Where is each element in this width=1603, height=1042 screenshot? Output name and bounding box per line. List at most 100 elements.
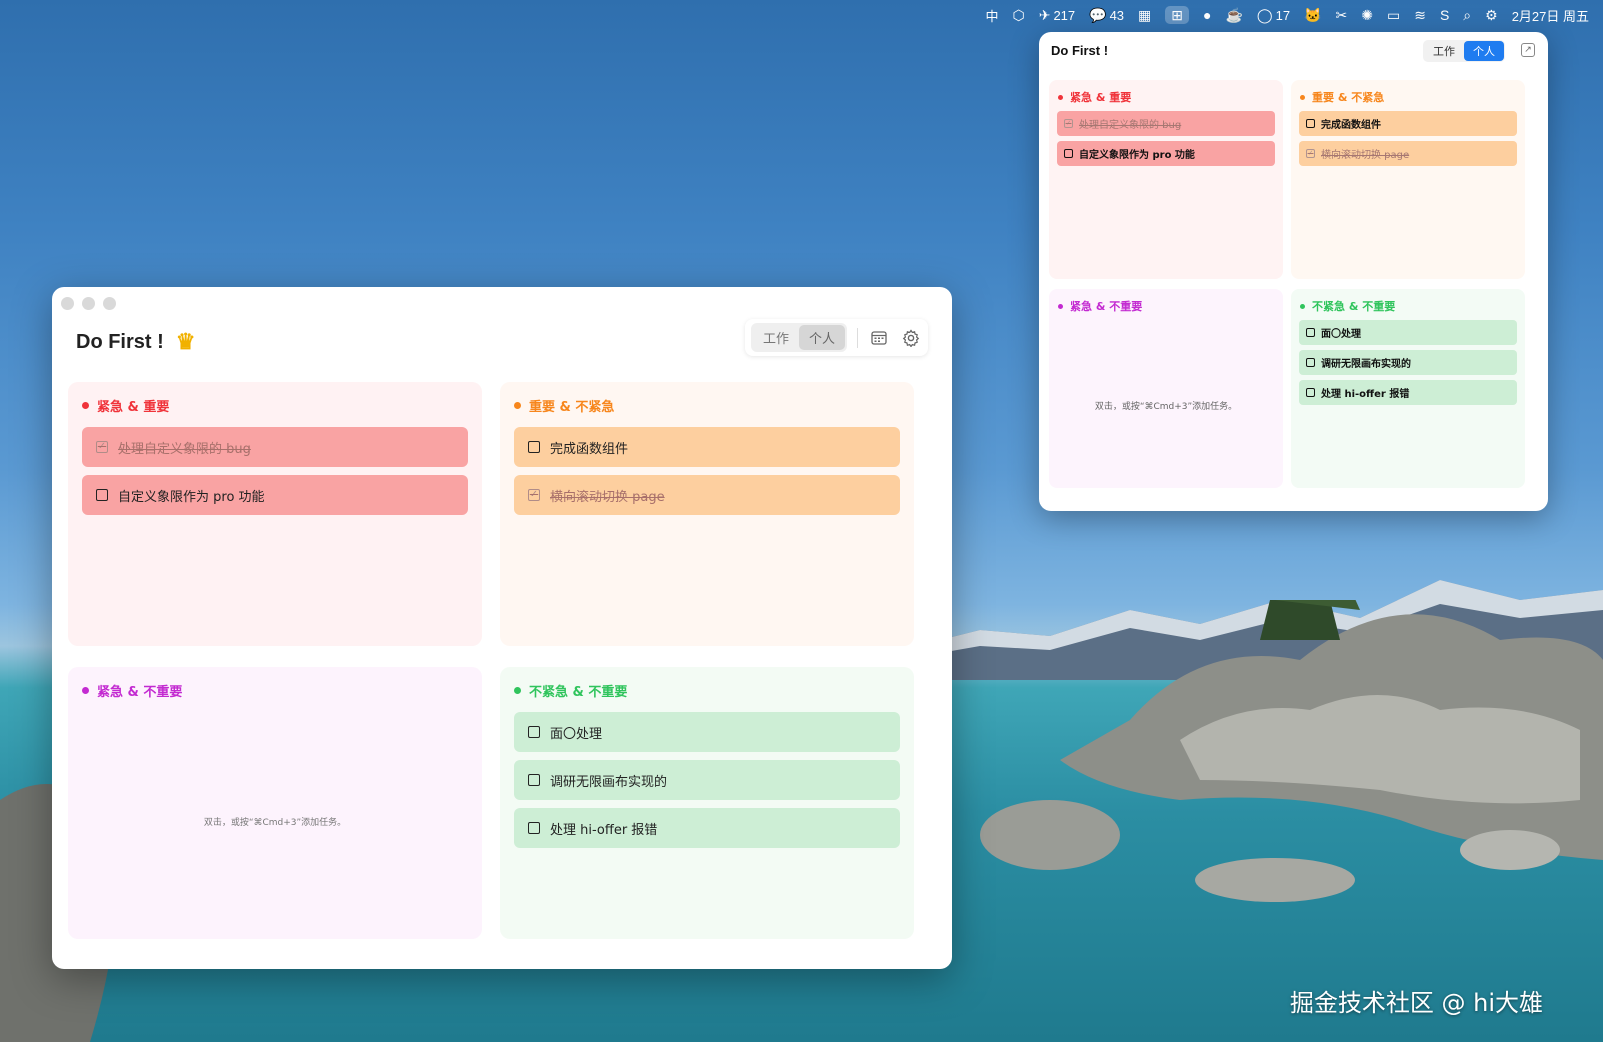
chat-bubble-icon[interactable]: ◯ 17	[1257, 8, 1290, 23]
openai-icon[interactable]: ✺	[1361, 8, 1373, 22]
task-item[interactable]: ✓ 横向滚动切换 page	[514, 475, 900, 515]
gear-icon[interactable]	[900, 327, 922, 349]
quadrant-title: 重要 & 不紧急	[1300, 89, 1384, 105]
checkbox-checked[interactable]: ✓	[96, 441, 108, 453]
cat-icon[interactable]: 🐱	[1304, 8, 1321, 22]
quadrant-title: 不紧急 & 不重要	[514, 681, 627, 700]
quadrant-important-not-urgent[interactable]: 重要 & 不紧急 完成函数组件 ✓ 横向滚动切换 page	[500, 382, 914, 646]
battery-icon[interactable]: ▭	[1387, 8, 1400, 22]
popover-quadrant-urgent-important[interactable]: 紧急 & 重要 ✓ 处理自定义象限的 bug 自定义象限作为 pro 功能	[1049, 80, 1283, 279]
checkbox-checked[interactable]: ✓	[528, 489, 540, 501]
tab-personal[interactable]: 个人	[798, 325, 845, 350]
task-item[interactable]: 面〇处理	[514, 712, 900, 752]
quadrant-dot	[82, 402, 89, 409]
checkbox[interactable]	[528, 822, 540, 834]
quadrant-title-text: 紧急 & 不重要	[97, 685, 183, 700]
checkbox[interactable]	[1306, 119, 1315, 128]
bookmark-icon[interactable]: ▦	[1138, 8, 1151, 22]
quadrant-title-text: 紧急 & 不重要	[1070, 300, 1143, 313]
checkbox[interactable]	[1064, 149, 1073, 158]
spotlight-search-icon[interactable]: ⌕	[1463, 8, 1471, 22]
quadrant-dot	[1300, 94, 1305, 100]
quadrant-title-text: 重要 & 不紧急	[1312, 91, 1385, 104]
checkbox[interactable]	[1306, 388, 1315, 397]
checkbox[interactable]	[528, 726, 540, 738]
quadrant-urgent-important[interactable]: 紧急 & 重要 ✓ 处理自定义象限的 bug 自定义象限作为 pro 功能	[68, 382, 482, 646]
quadrant-not-urgent-not-important[interactable]: 不紧急 & 不重要 面〇处理 调研无限画布实现的 处理 hi-offer 报错	[500, 667, 914, 939]
zoom-button[interactable]	[103, 297, 116, 310]
task-item[interactable]: 自定义象限作为 pro 功能	[82, 475, 468, 515]
menubar-clock[interactable]: 2月27日 周五	[1512, 6, 1589, 25]
toolbar-divider	[857, 327, 858, 348]
window-controls	[61, 297, 116, 310]
task-item[interactable]: 完成函数组件	[514, 427, 900, 467]
close-button[interactable]	[61, 297, 74, 310]
crown-icon[interactable]: ♛	[176, 329, 196, 355]
box-icon[interactable]: ⬡	[1012, 8, 1024, 22]
wechat-badge: 43	[1109, 7, 1125, 23]
task-item[interactable]: ✓ 横向滚动切换 page	[1299, 141, 1517, 166]
scissors-icon[interactable]: ✂	[1336, 8, 1348, 22]
watermark: 掘金技术社区 @ hi大雄	[1289, 989, 1543, 1017]
quadrant-title: 重要 & 不紧急	[514, 396, 614, 415]
task-label: 处理自定义象限的 bug	[118, 441, 251, 457]
quadrant-title-text: 紧急 & 重要	[1070, 91, 1132, 104]
task-item[interactable]: ✓ 处理自定义象限的 bug	[82, 427, 468, 467]
menu-bar: 中 ⬡ ✈ 217 💬 43 ▦ ⊞ ● ☕ ◯ 17 🐱 ✂ ✺ ▭ ≋ S ⌕ ⚙…	[0, 0, 1603, 30]
checkbox[interactable]	[96, 489, 108, 501]
popover-tab-work[interactable]: 工作	[1424, 41, 1464, 61]
record-icon[interactable]: ●	[1203, 8, 1211, 22]
checkbox[interactable]	[1306, 358, 1315, 367]
grid-app-icon[interactable]: ⊞	[1165, 6, 1190, 24]
bird-icon[interactable]: ✈ 217	[1039, 8, 1075, 23]
task-item[interactable]: 调研无限画布实现的	[514, 760, 900, 800]
task-label: 横向滚动切换 page	[550, 489, 665, 505]
checkbox-checked[interactable]: ✓	[1306, 149, 1315, 158]
rocky-shore	[980, 600, 1603, 902]
task-label: 调研无限画布实现的	[550, 774, 668, 790]
chat-badge: 17	[1275, 7, 1291, 23]
wechat-icon[interactable]: 💬 43	[1089, 8, 1124, 23]
wifi-icon[interactable]: ≋	[1414, 8, 1426, 22]
popover-tab-personal[interactable]: 个人	[1464, 41, 1504, 61]
app-title: Do First !	[76, 330, 164, 353]
quadrant-title: 紧急 & 重要	[1058, 89, 1131, 105]
quadrant-urgent-not-important[interactable]: 紧急 & 不重要 双击，或按“⌘Cmd+3”添加任务。	[68, 667, 482, 939]
control-center-icon[interactable]: ⚙	[1485, 8, 1498, 22]
popover-quadrant-not-urgent-not-important[interactable]: 不紧急 & 不重要 面〇处理 调研无限画布实现的 处理 hi-offer 报错	[1291, 289, 1525, 488]
open-window-icon[interactable]: ↗	[1521, 43, 1535, 57]
task-item[interactable]: 处理 hi-offer 报错	[1299, 380, 1517, 405]
toolbar: 工作 个人	[744, 319, 928, 356]
menubar-popover-window: Do First ! 工作 个人 ↗ 紧急 & 重要 ✓ 处理自定义象限的 bu…	[1039, 32, 1548, 511]
checkbox[interactable]	[528, 441, 540, 453]
cup-icon[interactable]: ☕	[1225, 8, 1242, 22]
checkbox-checked[interactable]: ✓	[1064, 119, 1073, 128]
main-window: Do First ! ♛ 工作 个人 紧急 & 重要 ✓ 处理自定义象限的 bu…	[52, 287, 952, 969]
task-label: 处理 hi-offer 报错	[1321, 389, 1410, 400]
checkbox[interactable]	[528, 774, 540, 786]
task-item[interactable]: ✓ 处理自定义象限的 bug	[1057, 111, 1275, 136]
task-item[interactable]: 完成函数组件	[1299, 111, 1517, 136]
quadrant-title: 紧急 & 不重要	[1058, 298, 1142, 314]
task-item[interactable]: 调研无限画布实现的	[1299, 350, 1517, 375]
bird-badge: 217	[1053, 7, 1076, 23]
quadrant-title: 紧急 & 不重要	[82, 681, 182, 700]
task-label: 面〇处理	[550, 726, 603, 742]
quadrant-dot	[1058, 94, 1063, 100]
task-item[interactable]: 处理 hi-offer 报错	[514, 808, 900, 848]
quadrant-dot	[1058, 303, 1063, 309]
quadrant-title: 紧急 & 重要	[82, 396, 169, 415]
tab-work[interactable]: 工作	[753, 325, 799, 350]
task-label: 完成函数组件	[550, 441, 629, 457]
popover-quadrant-urgent-not-important[interactable]: 紧急 & 不重要 双击，或按“⌘Cmd+3”添加任务。	[1049, 289, 1283, 488]
input-method-indicator[interactable]: 中	[985, 6, 998, 25]
popover-quadrant-important-not-urgent[interactable]: 重要 & 不紧急 完成函数组件 ✓ 横向滚动切换 page	[1291, 80, 1525, 279]
minimize-button[interactable]	[82, 297, 95, 310]
calendar-icon[interactable]	[868, 327, 890, 349]
checkbox[interactable]	[1306, 328, 1315, 337]
s-app-icon[interactable]: S	[1440, 8, 1449, 22]
task-item[interactable]: 面〇处理	[1299, 320, 1517, 345]
task-item[interactable]: 自定义象限作为 pro 功能	[1057, 141, 1275, 166]
quadrant-title: 不紧急 & 不重要	[1300, 298, 1395, 314]
task-label: 完成函数组件	[1321, 120, 1381, 131]
